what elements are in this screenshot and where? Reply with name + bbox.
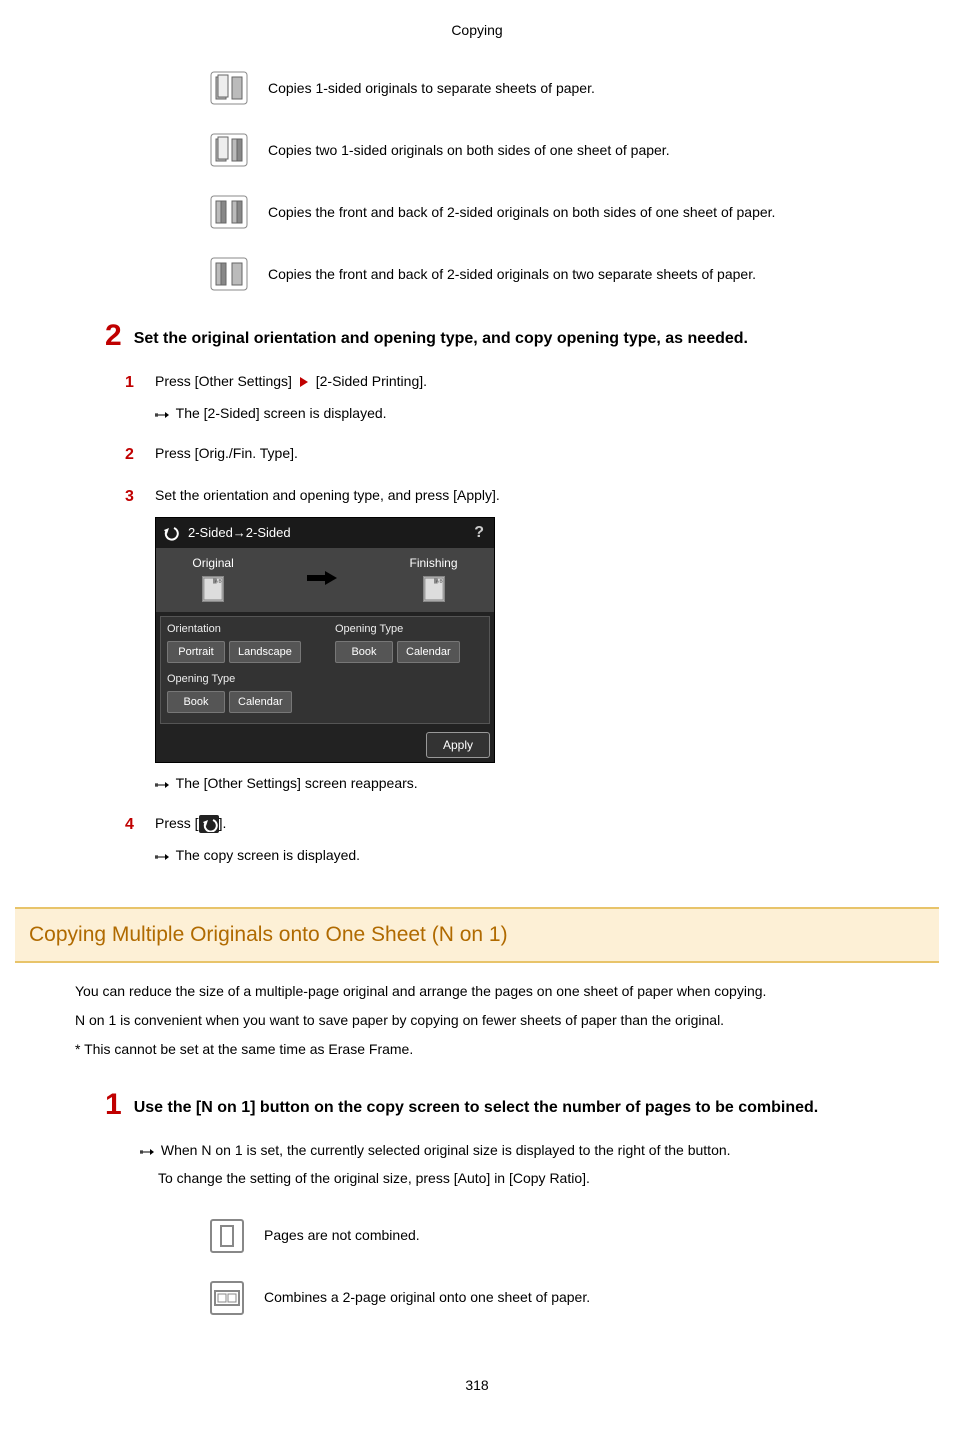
finishing-page-icon: AB — [423, 576, 445, 602]
orientation-label: Orientation — [167, 621, 315, 638]
step-title: Set the original orientation and opening… — [134, 321, 748, 351]
landscape-button[interactable]: Landscape — [229, 641, 301, 664]
copy-mode-row: Copies the front and back of 2-sided ori… — [210, 257, 879, 291]
icon-description: Copies the front and back of 2-sided ori… — [268, 202, 775, 223]
substep-1: 1 Press [Other Settings] [2-Sided Printi… — [125, 371, 879, 395]
two-to-one-icon — [210, 257, 248, 291]
apply-button[interactable]: Apply — [426, 732, 490, 758]
finishing-column: Finishing AB — [410, 554, 458, 602]
substep-body: Press [Other Settings] [2-Sided Printing… — [155, 371, 879, 395]
step-note: When N on 1 is set, the currently select… — [140, 1140, 879, 1162]
screenshot-titlebar: 2-Sided→2-Sided ? — [156, 518, 494, 548]
two-page-combine-icon — [210, 1281, 244, 1315]
substep-body: Set the orientation and opening type, an… — [155, 485, 879, 509]
copy-mode-row: Copies two 1-sided originals on both sid… — [210, 133, 879, 167]
n-on-1-two-row: Combines a 2-page original onto one shee… — [210, 1281, 879, 1315]
apply-bar: Apply — [156, 728, 494, 762]
icon-description: Copies the front and back of 2-sided ori… — [268, 264, 756, 285]
note-text: When N on 1 is set, the currently select… — [161, 1142, 731, 1158]
step-number: 2 — [105, 321, 122, 351]
screenshot-settings: Orientation Portrait Landscape Opening T… — [160, 616, 490, 724]
result-arrow-icon — [140, 1141, 154, 1162]
opening-type-label-left: Opening Type — [167, 671, 315, 688]
screenshot-preview-row: Original AB Finishing AB — [156, 548, 494, 612]
device-screenshot: 2-Sided→2-Sided ? Original AB Finishing … — [155, 517, 495, 763]
substep-text-pre: Press [ — [155, 815, 199, 831]
icon-description: Copies two 1-sided originals on both sid… — [268, 140, 670, 161]
svg-text:B: B — [439, 579, 442, 584]
substep-number: 3 — [125, 485, 155, 509]
one-to-two-icon — [210, 133, 248, 167]
substep-number: 2 — [125, 443, 155, 467]
calendar-button-right[interactable]: Calendar — [397, 641, 460, 664]
section-paragraph: You can reduce the size of a multiple-pa… — [75, 981, 879, 1002]
step-2: 2 Set the original orientation and openi… — [105, 321, 879, 351]
substep-2: 2 Press [Orig./Fin. Type]. — [125, 443, 879, 467]
one-to-one-icon — [210, 71, 248, 105]
calendar-button-left[interactable]: Calendar — [229, 691, 292, 714]
triangle-icon — [300, 377, 308, 387]
copy-mode-row: Copies the front and back of 2-sided ori… — [210, 195, 879, 229]
substep-text-post: [2-Sided Printing]. — [312, 373, 427, 389]
result-arrow-icon — [155, 404, 169, 425]
orientation-group: Orientation Portrait Landscape Opening T… — [167, 621, 315, 713]
book-button-left[interactable]: Book — [167, 691, 225, 714]
svg-text:B: B — [219, 579, 222, 584]
substep-body: Press [Orig./Fin. Type]. — [155, 443, 879, 467]
result-text: The copy screen is displayed. — [176, 847, 360, 863]
icon-description: Copies 1-sided originals to separate she… — [268, 78, 595, 99]
section-heading-n-on-1: Copying Multiple Originals onto One Shee… — [15, 907, 939, 963]
two-to-two-icon — [210, 195, 248, 229]
substep-number: 4 — [125, 813, 155, 837]
substep-body: Press []. — [155, 813, 879, 837]
page-header: Copying — [75, 20, 879, 41]
substep-number: 1 — [125, 371, 155, 395]
step-note: To change the setting of the original si… — [158, 1168, 879, 1189]
step-title: Use the [N on 1] button on the copy scre… — [134, 1090, 819, 1120]
result-arrow-icon — [155, 846, 169, 867]
arrow-right-icon — [307, 571, 337, 585]
back-button-icon — [199, 815, 219, 833]
substep-text-pre: Press [Other Settings] — [155, 373, 296, 389]
original-page-icon: AB — [202, 576, 224, 602]
screenshot-title: 2-Sided→2-Sided — [188, 523, 470, 543]
opening-type-group-right: Opening Type Book Calendar — [335, 621, 483, 713]
result-text: The [2-Sided] screen is displayed. — [176, 405, 387, 421]
section-paragraph: N on 1 is convenient when you want to sa… — [75, 1010, 879, 1031]
note-text: To change the setting of the original si… — [158, 1170, 590, 1186]
result-line: The copy screen is displayed. — [155, 845, 879, 867]
copy-mode-row: Copies 1-sided originals to separate she… — [210, 71, 879, 105]
result-line: The [Other Settings] screen reappears. — [155, 773, 879, 795]
portrait-button[interactable]: Portrait — [167, 641, 225, 664]
back-icon[interactable] — [162, 525, 180, 541]
result-text: The [Other Settings] screen reappears. — [176, 775, 418, 791]
help-icon[interactable]: ? — [470, 521, 488, 545]
icon-description: Combines a 2-page original onto one shee… — [264, 1287, 590, 1308]
n-on-1-off-row: Pages are not combined. — [210, 1219, 879, 1253]
original-label: Original — [192, 554, 233, 572]
original-column: Original AB — [192, 554, 233, 602]
page-number: 318 — [75, 1375, 879, 1396]
section-paragraph: * This cannot be set at the same time as… — [75, 1039, 879, 1060]
book-button-right[interactable]: Book — [335, 641, 393, 664]
icon-description: Pages are not combined. — [264, 1225, 420, 1246]
finishing-label: Finishing — [410, 554, 458, 572]
result-line: The [2-Sided] screen is displayed. — [155, 403, 879, 425]
substep-4: 4 Press []. — [125, 813, 879, 837]
step-number: 1 — [105, 1090, 122, 1120]
step-1-n-on-1: 1 Use the [N on 1] button on the copy sc… — [105, 1090, 879, 1120]
substep-text-post: ]. — [219, 815, 227, 831]
opening-type-label-right: Opening Type — [335, 621, 483, 638]
substep-3: 3 Set the orientation and opening type, … — [125, 485, 879, 509]
result-arrow-icon — [155, 774, 169, 795]
single-page-icon — [210, 1219, 244, 1253]
